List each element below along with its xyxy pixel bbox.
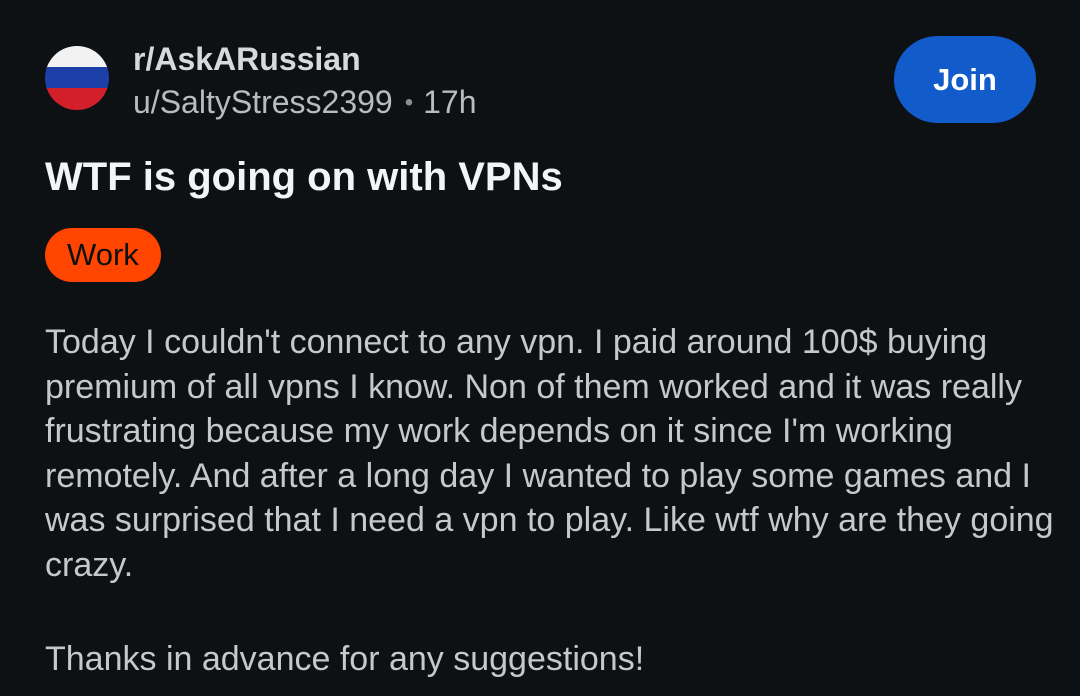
community-name[interactable]: r/AskARussian [133, 37, 361, 81]
community-avatar-russia-flag-icon[interactable] [45, 46, 109, 110]
flag-red-stripe [45, 88, 109, 110]
post-card: r/AskARussian u/SaltyStress2399 • 17h Join… [0, 0, 1080, 696]
russia-flag-icon [45, 46, 109, 110]
post-meta: u/SaltyStress2399 • 17h [133, 80, 477, 125]
post-body: Today I couldn't connect to any vpn. I p… [45, 320, 1055, 682]
flag-blue-stripe [45, 67, 109, 89]
post-flair[interactable]: Work [45, 228, 161, 282]
meta-separator: • [404, 89, 414, 116]
post-title[interactable]: WTF is going on with VPNs [45, 152, 563, 202]
post-body-paragraph: Thanks in advance for any suggestions! [45, 640, 645, 678]
join-button[interactable]: Join [894, 36, 1036, 123]
post-body-paragraph: Today I couldn't connect to any vpn. I p… [45, 323, 1054, 584]
flag-white-stripe [45, 46, 109, 68]
post-age: 17h [423, 84, 477, 120]
author-username[interactable]: u/SaltyStress2399 [133, 84, 393, 120]
